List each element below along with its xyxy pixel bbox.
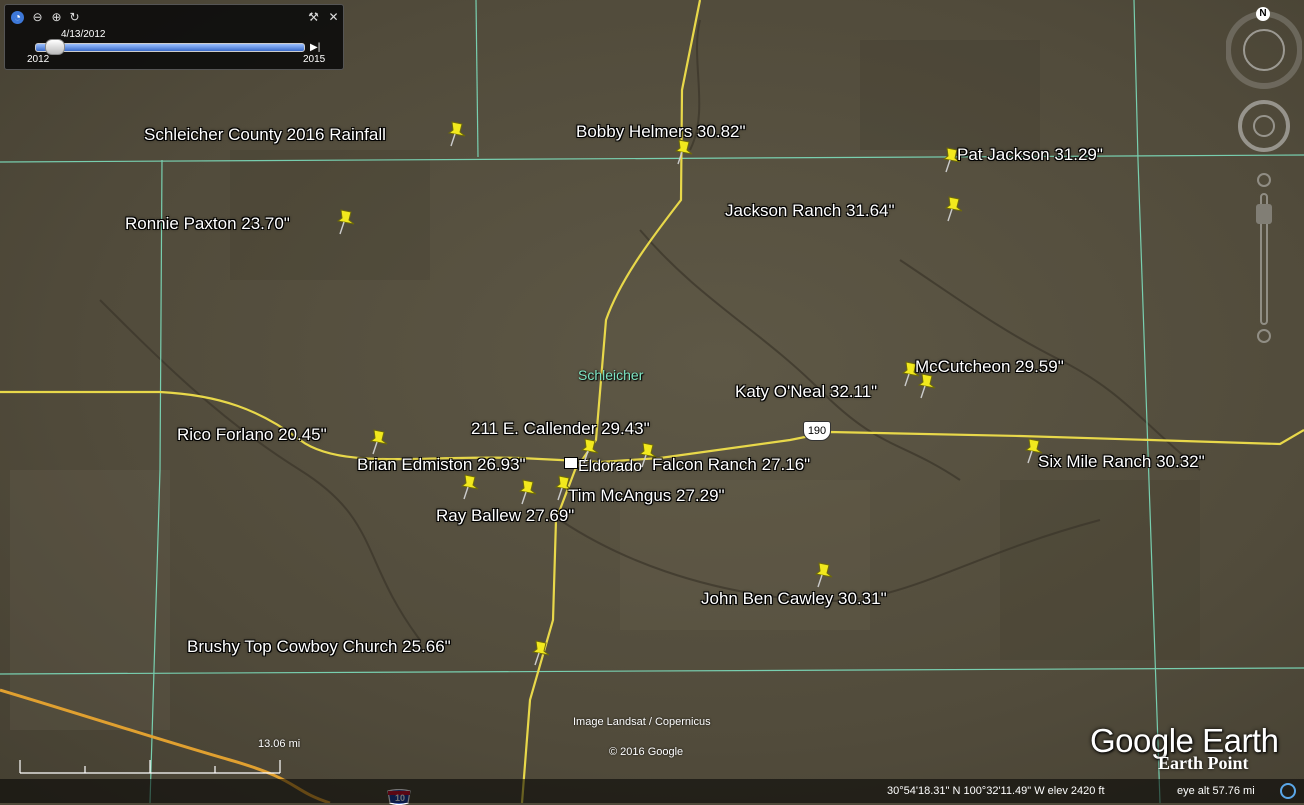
scale-label: 13.06 mi	[258, 738, 301, 750]
history-icon[interactable]: ↻	[68, 11, 81, 24]
placemark-label[interactable]: Jackson Ranch 31.64"	[725, 201, 895, 221]
pushpin-icon[interactable]	[670, 138, 696, 166]
placemark-label[interactable]: Bobby Helmers 30.82"	[576, 122, 746, 142]
play-end-icon[interactable]: ▶|	[310, 42, 320, 53]
start-year: 2012	[27, 54, 50, 65]
streaming-indicator-icon	[1280, 783, 1296, 799]
placemark-label[interactable]: 211 E. Callender 29.43"	[471, 419, 650, 439]
pushpin-icon[interactable]	[810, 561, 836, 589]
pushpin-icon[interactable]	[940, 195, 966, 223]
status-coordinates: 30°54'18.31" N 100°32'11.49" W elev 2420…	[887, 785, 1105, 797]
placemark-label[interactable]: Six Mile Ranch 30.32"	[1038, 452, 1205, 472]
north-icon[interactable]: N	[1256, 7, 1270, 21]
pushpin-icon[interactable]	[576, 437, 602, 465]
placemark-label[interactable]: Ray Ballew 27.69"	[436, 506, 574, 526]
pushpin-icon[interactable]	[332, 208, 358, 236]
navigation-controls[interactable]	[1226, 4, 1302, 344]
placemark-label[interactable]: Ronnie Paxton 23.70"	[125, 214, 290, 234]
current-date: 4/13/2012	[61, 29, 106, 40]
pushpin-icon[interactable]	[514, 478, 540, 506]
wrench-icon[interactable]: ⚒	[307, 11, 320, 24]
zoom-in-icon[interactable]: ⊕	[50, 11, 63, 24]
pushpin-icon[interactable]	[456, 473, 482, 501]
imagery-credit: Image Landsat / Copernicus	[573, 716, 711, 728]
copyright-credit: © 2016 Google	[609, 746, 684, 758]
placemark-label[interactable]: John Ben Cawley 30.31"	[701, 589, 887, 609]
time-slider-panel: ◔ ⊖ ⊕ ↻ ⚒ ✕ 4/13/2012 2012 2015 ▶|	[4, 4, 344, 70]
placemark-label[interactable]: Brian Edmiston 26.93"	[357, 455, 526, 475]
satellite-map[interactable]	[0, 0, 1304, 803]
clock-icon[interactable]: ◔	[11, 11, 24, 24]
placemark-label[interactable]: Rico Forlano 20.45"	[177, 425, 327, 445]
placemark-label[interactable]: Brushy Top Cowboy Church 25.66"	[187, 637, 451, 657]
time-slider-thumb[interactable]	[45, 39, 65, 55]
close-icon[interactable]: ✕	[327, 11, 340, 24]
status-eye-altitude: eye alt 57.76 mi	[1177, 785, 1255, 797]
end-year: 2015	[303, 54, 326, 65]
earth-point-logo: Earth Point	[1158, 753, 1249, 773]
look-joystick	[1238, 100, 1290, 152]
zoom-out-icon[interactable]: ⊖	[31, 11, 44, 24]
compass-ring	[1226, 11, 1302, 89]
placemark-label[interactable]: Katy O'Neal 32.11"	[735, 382, 877, 402]
pushpin-icon[interactable]	[527, 639, 553, 667]
pushpin-icon[interactable]	[913, 372, 939, 400]
county-label: Schleicher	[578, 367, 644, 383]
placemark-label[interactable]: Tim McAngus 27.29"	[568, 486, 725, 506]
scale-bar	[19, 760, 281, 774]
placemark-label[interactable]: Pat Jackson 31.29"	[957, 145, 1103, 165]
highway-190-shield: 190	[803, 421, 831, 441]
pushpin-icon[interactable]	[443, 120, 469, 148]
placemark-label[interactable]: Schleicher County 2016 Rainfall	[144, 125, 386, 145]
status-bar	[0, 779, 1304, 803]
zoom-slider	[1256, 173, 1272, 343]
time-slider-track[interactable]	[35, 43, 305, 52]
placemark-label[interactable]: Falcon Ranch 27.16"	[652, 455, 810, 475]
pushpin-icon[interactable]	[365, 428, 391, 456]
